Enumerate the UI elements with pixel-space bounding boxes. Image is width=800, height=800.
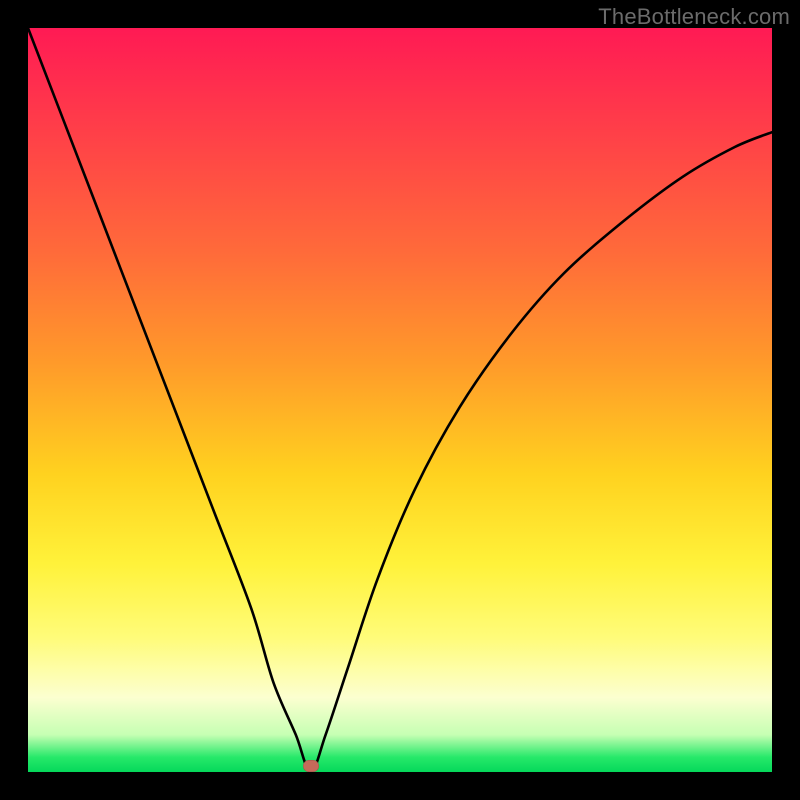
watermark-label: TheBottleneck.com [598,4,790,30]
optimal-marker [303,760,319,772]
plot-area [28,28,772,772]
chart-frame: TheBottleneck.com [0,0,800,800]
bottleneck-curve [28,28,772,772]
